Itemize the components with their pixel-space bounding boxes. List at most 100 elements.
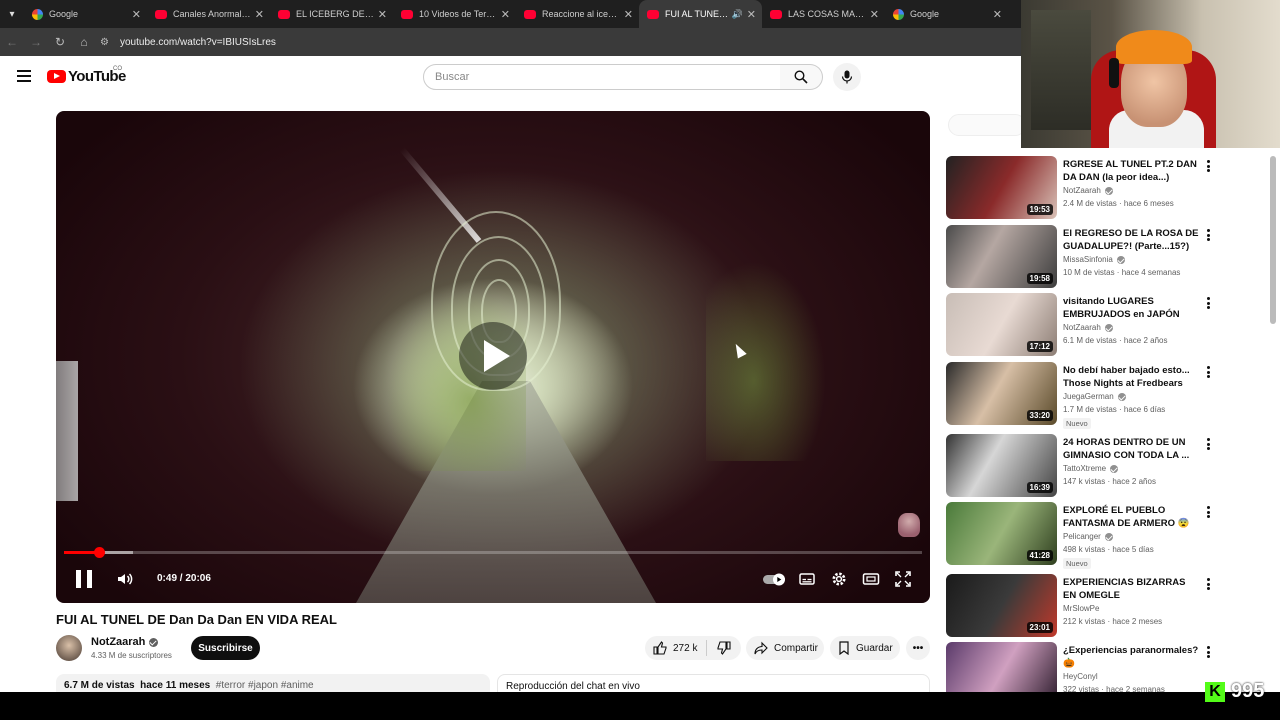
progress-bar[interactable]	[64, 547, 922, 558]
back-icon[interactable]: ←	[0, 28, 24, 56]
browser-tab[interactable]: EL ICEBERG DE LOS M ✕	[270, 0, 393, 28]
speaker-icon[interactable]: 🔊	[732, 9, 743, 20]
reload-icon[interactable]: ↻	[48, 28, 72, 56]
recommended-video[interactable]: 19:53 RGRESE AL TUNEL PT.2 DAN DA DAN (la…	[946, 156, 1226, 220]
dislike-button[interactable]	[707, 641, 741, 655]
channel-watermark[interactable]	[898, 513, 920, 537]
video-thumbnail[interactable]: 19:53	[946, 156, 1057, 219]
recommended-channel[interactable]: MissaSinfonia	[1063, 255, 1125, 264]
recommended-title[interactable]: EXPLORÉ EL PUEBLO FANTASMA DE ARMERO 😨	[1063, 504, 1201, 530]
home-icon[interactable]: ⌂	[72, 28, 96, 56]
forward-icon[interactable]: →	[24, 28, 48, 56]
more-options-icon[interactable]	[1204, 365, 1212, 379]
subtitles-icon[interactable]	[798, 570, 816, 588]
recommended-title[interactable]: ¿Experiencias paranormales? 🎃	[1063, 644, 1201, 670]
recommended-channel[interactable]: JuegaGerman	[1063, 392, 1126, 401]
recommended-title[interactable]: visitando LUGARES EMBRUJADOS en JAPÓN *m…	[1063, 295, 1201, 321]
browser-tab[interactable]: FUI AL TUNEL DE🔊 ✕	[639, 0, 762, 28]
browser-tab[interactable]: LAS COSAS MAS TUR ✕	[762, 0, 885, 28]
recommended-video[interactable]: 19:58 El REGRESO DE LA ROSA DE GUADALUPE?…	[946, 225, 1226, 289]
recommended-channel-name: JuegaGerman	[1063, 392, 1114, 401]
like-button[interactable]: 272 k	[645, 640, 707, 656]
recommended-title[interactable]: RGRESE AL TUNEL PT.2 DAN DA DAN (la peor…	[1063, 158, 1201, 184]
url-field[interactable]: ⚙ youtube.com/watch?v=IBIUSIsLres	[100, 31, 276, 53]
recommended-title[interactable]: 24 HORAS DENTRO DE UN GIMNASIO CON TODA …	[1063, 436, 1201, 462]
recommended-video[interactable]: 17:12 visitando LUGARES EMBRUJADOS en JAP…	[946, 293, 1226, 357]
tab-search-icon[interactable]: ▾	[0, 0, 24, 28]
recommended-channel[interactable]: MrSlowPe	[1063, 604, 1099, 613]
youtube-play-icon	[47, 70, 66, 83]
close-tab-icon[interactable]: ✕	[378, 8, 387, 21]
share-button[interactable]: Compartir	[746, 636, 824, 660]
close-tab-icon[interactable]: ✕	[870, 8, 879, 21]
video-player[interactable]: 0:49 / 20:06	[56, 111, 930, 603]
recommended-title[interactable]: No debí haber bajado esto... Those Night…	[1063, 364, 1201, 390]
settings-gear-icon[interactable]	[830, 570, 848, 588]
video-thumbnail[interactable]	[946, 642, 1057, 692]
fullscreen-icon[interactable]	[894, 570, 912, 588]
more-options-icon[interactable]	[1204, 505, 1212, 519]
page-scrollbar[interactable]	[1270, 156, 1276, 324]
channel-avatar[interactable]	[56, 635, 82, 661]
video-thumbnail[interactable]: 41:28	[946, 502, 1057, 565]
close-tab-icon[interactable]: ✕	[624, 8, 633, 21]
recommended-title[interactable]: El REGRESO DE LA ROSA DE GUADALUPE?! (Pa…	[1063, 227, 1201, 253]
browser-tab[interactable]: Reaccione al iceberg ✕	[516, 0, 639, 28]
video-thumbnail[interactable]: 23:01	[946, 574, 1057, 637]
more-options-icon[interactable]	[1204, 228, 1212, 242]
recommended-video[interactable]: 23:01 EXPERIENCIAS BIZARRAS EN OMEGLE MrSl…	[946, 574, 1226, 638]
pause-button[interactable]	[76, 570, 92, 588]
recommended-channel-name: MrSlowPe	[1063, 604, 1100, 613]
large-play-button[interactable]	[459, 322, 527, 390]
browser-tab[interactable]: Google ✕	[24, 0, 147, 28]
close-tab-icon[interactable]: ✕	[255, 8, 264, 21]
video-thumbnail[interactable]: 17:12	[946, 293, 1057, 356]
more-options-icon[interactable]	[1204, 296, 1212, 310]
channel-name[interactable]: NotZaarah	[91, 636, 159, 648]
more-actions-icon[interactable]: •••	[906, 636, 930, 660]
more-options-icon[interactable]	[1204, 645, 1212, 659]
browser-tab[interactable]: Canales Anormales P ✕	[147, 0, 270, 28]
hashtags[interactable]: #terror #japon #anime	[216, 680, 314, 691]
subscribe-button[interactable]: Suscribirse	[191, 636, 260, 660]
recommended-channel[interactable]: NotZaarah	[1063, 323, 1113, 332]
close-tab-icon[interactable]: ✕	[132, 8, 141, 21]
more-options-icon[interactable]	[1204, 577, 1212, 591]
close-tab-icon[interactable]: ✕	[993, 8, 1002, 21]
voice-search-button[interactable]	[833, 63, 861, 91]
video-thumbnail[interactable]: 33:20	[946, 362, 1057, 425]
recommended-video[interactable]: 33:20 No debí haber bajado esto... Those …	[946, 362, 1226, 429]
save-button[interactable]: Guardar	[830, 636, 900, 660]
search-box[interactable]	[423, 64, 781, 90]
close-tab-icon[interactable]: ✕	[747, 8, 756, 21]
autoplay-toggle-icon[interactable]	[762, 570, 786, 588]
video-duration: 16:39	[1026, 482, 1053, 493]
recommended-channel[interactable]: HeyConyl	[1063, 672, 1098, 681]
browser-tab[interactable]: Google ✕	[885, 0, 1008, 28]
more-options-icon[interactable]	[1204, 437, 1212, 451]
menu-icon[interactable]	[17, 70, 31, 82]
new-badge: Nuevo	[1063, 418, 1091, 429]
site-info-icon[interactable]: ⚙	[100, 37, 114, 48]
scrubber-handle[interactable]	[94, 547, 106, 558]
recommended-channel[interactable]: TattoXtreme	[1063, 464, 1119, 473]
youtube-logo[interactable]: YouTube CO	[47, 66, 126, 85]
recommended-channel[interactable]: NotZaarah	[1063, 186, 1113, 195]
search-input[interactable]	[435, 71, 780, 83]
recommended-video[interactable]: ¿Experiencias paranormales? 🎃 HeyConyl 322…	[946, 642, 1226, 692]
recommended-title[interactable]: EXPERIENCIAS BIZARRAS EN OMEGLE	[1063, 576, 1201, 602]
video-thumbnail[interactable]: 19:58	[946, 225, 1057, 288]
filter-chip[interactable]	[948, 114, 1026, 136]
volume-icon[interactable]	[116, 570, 134, 588]
recommended-video[interactable]: 41:28 EXPLORÉ EL PUEBLO FANTASMA DE ARMER…	[946, 502, 1226, 569]
chat-replay-box[interactable]: Reproducción del chat en vivo	[497, 674, 930, 692]
description-box[interactable]: 6.7 M de vistas hace 11 meses #terror #j…	[56, 674, 490, 692]
search-button[interactable]	[780, 64, 823, 90]
video-thumbnail[interactable]: 16:39	[946, 434, 1057, 497]
close-tab-icon[interactable]: ✕	[501, 8, 510, 21]
browser-tab[interactable]: 10 Videos de Terror e ✕	[393, 0, 516, 28]
theater-mode-icon[interactable]	[862, 570, 880, 588]
recommended-video[interactable]: 16:39 24 HORAS DENTRO DE UN GIMNASIO CON …	[946, 434, 1226, 498]
recommended-channel[interactable]: Pelicanger	[1063, 532, 1113, 541]
more-options-icon[interactable]	[1204, 159, 1212, 173]
